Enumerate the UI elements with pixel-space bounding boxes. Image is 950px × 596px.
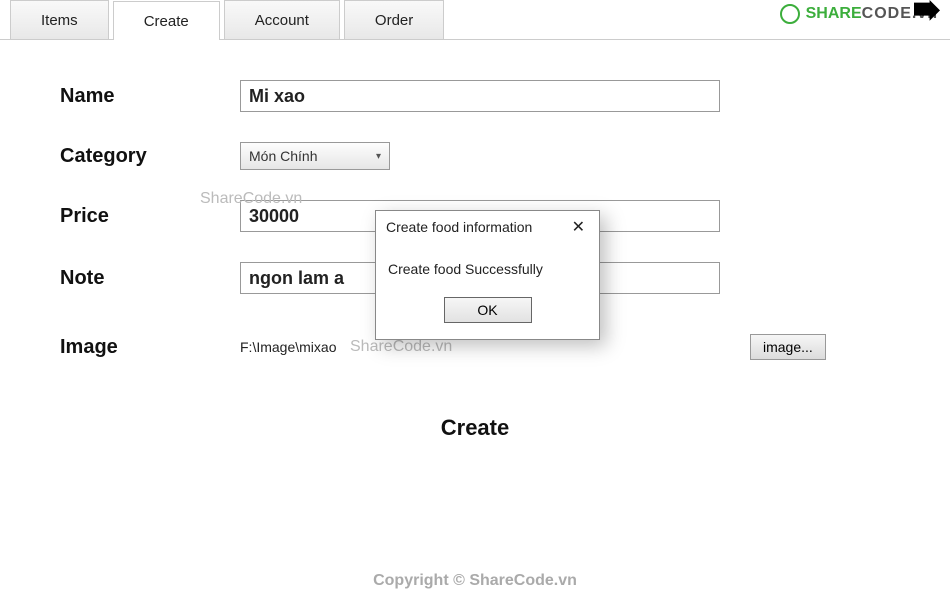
create-button[interactable]: Create	[441, 415, 509, 441]
select-category-value: Món Chính	[249, 148, 317, 164]
row-name: Name	[60, 80, 890, 112]
tab-account[interactable]: Account	[224, 0, 340, 39]
chevron-down-icon: ▾	[376, 151, 381, 162]
row-category: Category Món Chính ▾	[60, 142, 890, 170]
image-path-text: F:\Image\mixao	[240, 339, 720, 355]
dialog-message: Create food Successfully	[376, 243, 599, 287]
label-category: Category	[60, 145, 240, 168]
label-name: Name	[60, 85, 240, 108]
label-price: Price	[60, 205, 240, 228]
dialog-title-text: Create food information	[386, 219, 532, 235]
logo-icon	[780, 4, 800, 24]
tab-order[interactable]: Order	[344, 0, 444, 39]
input-name[interactable]	[240, 80, 720, 112]
ok-button[interactable]: OK	[444, 297, 532, 323]
tab-create[interactable]: Create	[113, 1, 220, 40]
label-note: Note	[60, 267, 240, 290]
dialog-create-food: Create food information ✕ Create food Su…	[375, 210, 600, 340]
close-icon[interactable]: ✕	[568, 217, 589, 237]
tab-items[interactable]: Items	[10, 0, 109, 39]
select-category[interactable]: Món Chính ▾	[240, 142, 390, 170]
dialog-titlebar: Create food information ✕	[376, 211, 599, 243]
dialog-footer: OK	[376, 287, 599, 339]
image-browse-button[interactable]: image...	[750, 334, 826, 360]
footer-copyright: Copyright © ShareCode.vn	[0, 572, 950, 590]
row-create-action: Create	[60, 415, 890, 441]
label-image: Image	[60, 336, 240, 359]
